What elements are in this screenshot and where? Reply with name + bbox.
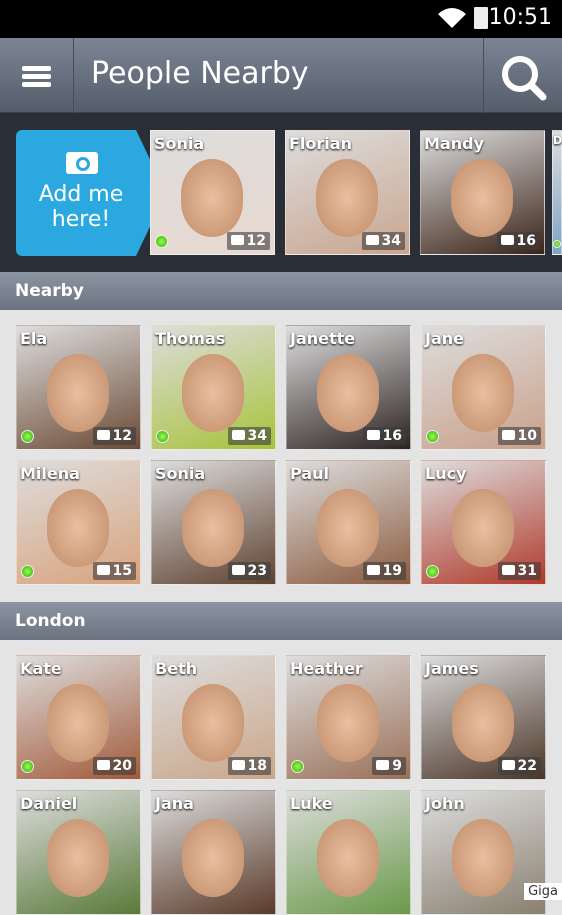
- photo-count-badge: 9: [372, 757, 406, 775]
- photo-count-badge: 34: [227, 427, 271, 445]
- profile-card[interactable]: Heather 9: [286, 655, 411, 780]
- photo-count-badge: 10: [497, 427, 541, 445]
- photo-count-badge: 12: [226, 232, 270, 250]
- profile-photo: [182, 684, 244, 762]
- clock: 10:51: [488, 5, 552, 30]
- profile-card[interactable]: D: [552, 130, 562, 255]
- profile-name: James: [425, 659, 479, 678]
- search-button[interactable]: [483, 38, 562, 113]
- profile-card[interactable]: James 22: [421, 655, 546, 780]
- profile-name: Mandy: [424, 134, 484, 153]
- profile-photo: [47, 819, 109, 897]
- profile-card[interactable]: Paul 19: [286, 460, 411, 585]
- profile-photo: [452, 489, 514, 567]
- profile-name: John: [425, 794, 465, 813]
- profile-card[interactable]: Daniel: [16, 790, 141, 915]
- online-status-icon: [21, 430, 34, 443]
- photo-count-badge: 20: [92, 757, 136, 775]
- profile-card[interactable]: Jane 10: [421, 325, 546, 450]
- add-me-here-button[interactable]: Add me here!: [16, 130, 166, 256]
- profile-photo: [317, 489, 379, 567]
- photo-count-badge: 18: [227, 757, 271, 775]
- profile-name: Florian: [289, 134, 352, 153]
- menu-button[interactable]: [0, 38, 74, 113]
- profile-photo: [451, 159, 513, 237]
- profile-photo: [182, 489, 244, 567]
- profile-card[interactable]: Beth 18: [151, 655, 276, 780]
- online-status-icon: [21, 760, 34, 773]
- photo-count-badge: 15: [92, 562, 136, 580]
- watermark: Giga: [524, 883, 562, 900]
- page-title: People Nearby: [91, 56, 309, 91]
- profile-card[interactable]: Mandy 16: [420, 130, 545, 255]
- profile-name: Luke: [290, 794, 333, 813]
- profile-card[interactable]: Janette 16: [286, 325, 411, 450]
- online-status-icon: [21, 565, 34, 578]
- profile-name: D: [553, 134, 562, 147]
- wifi-icon: [438, 8, 466, 28]
- photo-count-badge: 22: [497, 757, 541, 775]
- profile-card[interactable]: Thomas 34: [151, 325, 276, 450]
- profile-card[interactable]: Sonia 23: [151, 460, 276, 585]
- profile-name: Paul: [290, 464, 329, 483]
- profile-photo: [317, 684, 379, 762]
- add-me-label: Add me here!: [38, 182, 124, 232]
- profile-photo: [317, 354, 379, 432]
- profile-name: Thomas: [155, 329, 226, 348]
- online-status-icon: [553, 240, 561, 248]
- profile-name: Kate: [20, 659, 62, 678]
- profile-card[interactable]: Ela 12: [16, 325, 141, 450]
- photo-count-badge: 23: [227, 562, 271, 580]
- profile-card[interactable]: Luke: [286, 790, 411, 915]
- photo-count-badge: 12: [92, 427, 136, 445]
- profile-name: Ela: [20, 329, 48, 348]
- profile-photo: [182, 354, 244, 432]
- profile-photo: [47, 354, 109, 432]
- status-bar: 10:51: [0, 0, 562, 38]
- profile-card[interactable]: Florian 34: [285, 130, 410, 255]
- battery-icon: [474, 7, 488, 29]
- profile-photo: [182, 819, 244, 897]
- profile-name: Beth: [155, 659, 198, 678]
- profile-name: Daniel: [20, 794, 78, 813]
- profile-name: Heather: [290, 659, 363, 678]
- online-status-icon: [426, 565, 439, 578]
- profile-photo: [181, 159, 243, 237]
- search-icon: [502, 56, 547, 101]
- profile-name: Lucy: [425, 464, 467, 483]
- photo-count-badge: 16: [362, 427, 406, 445]
- photo-count-badge: 34: [361, 232, 405, 250]
- profile-photo: [47, 489, 109, 567]
- profile-card[interactable]: Milena 15: [16, 460, 141, 585]
- online-status-icon: [426, 430, 439, 443]
- online-status-icon: [155, 235, 168, 248]
- profile-photo: [452, 354, 514, 432]
- online-status-icon: [291, 760, 304, 773]
- online-status-icon: [156, 430, 169, 443]
- profile-name: Jana: [155, 794, 194, 813]
- profile-card[interactable]: Lucy 31: [421, 460, 546, 585]
- camera-icon: [66, 152, 98, 174]
- photo-count-badge: 19: [362, 562, 406, 580]
- profile-photo: [452, 819, 514, 897]
- profile-name: Jane: [425, 329, 464, 348]
- photo-count-badge: 16: [496, 232, 540, 250]
- profile-name: Janette: [290, 329, 356, 348]
- photo-count-badge: 31: [497, 562, 541, 580]
- section-header-london: London: [0, 602, 562, 640]
- profile-photo: [316, 159, 378, 237]
- profile-photo: [317, 819, 379, 897]
- profile-card[interactable]: Sonia 12: [150, 130, 275, 255]
- profile-name: Sonia: [154, 134, 205, 153]
- section-header-nearby: Nearby: [0, 272, 562, 310]
- app-bar: People Nearby: [0, 38, 562, 113]
- profile-name: Milena: [20, 464, 80, 483]
- profile-name: Sonia: [155, 464, 206, 483]
- profile-photo: [452, 684, 514, 762]
- profile-card[interactable]: Jana: [151, 790, 276, 915]
- profile-card[interactable]: Kate 20: [16, 655, 141, 780]
- profile-photo: [47, 684, 109, 762]
